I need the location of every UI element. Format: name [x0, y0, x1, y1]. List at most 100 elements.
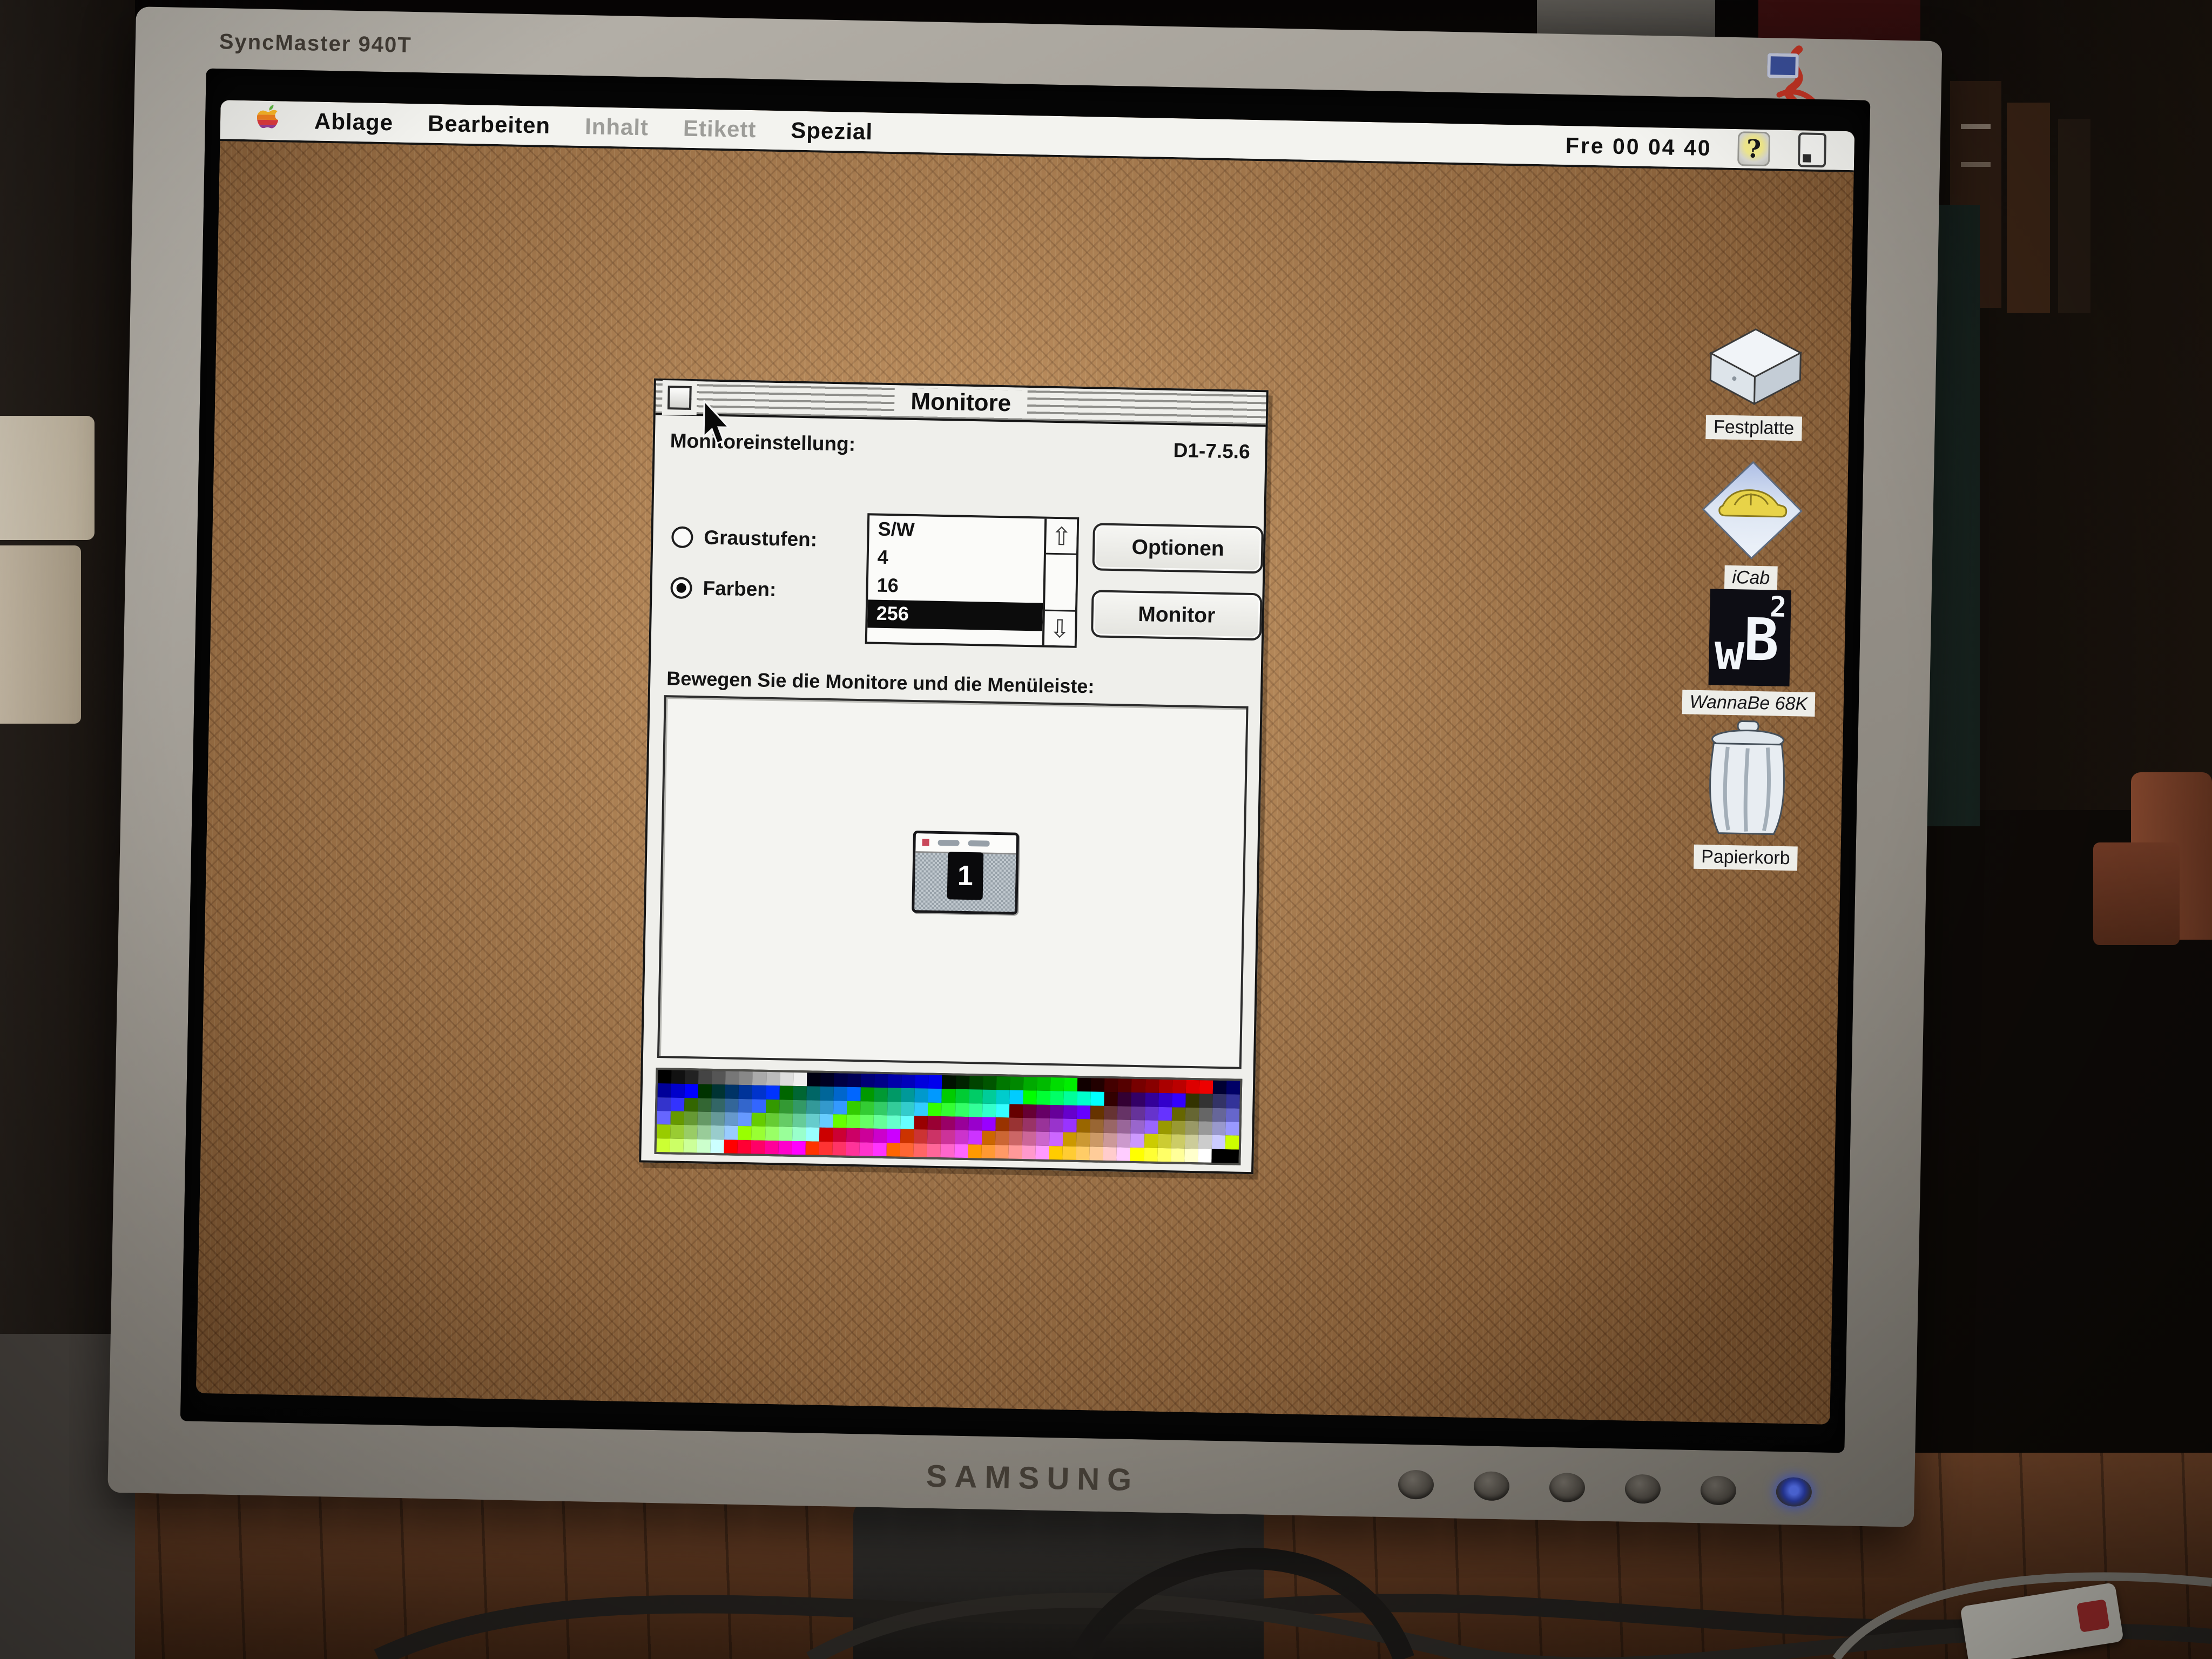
palette-cell — [806, 1100, 820, 1114]
palette-cell — [1118, 1078, 1132, 1092]
palette-cell — [1117, 1134, 1131, 1148]
palette-cell — [1076, 1132, 1090, 1147]
palette-cell — [1063, 1091, 1077, 1105]
palette-cell — [685, 1084, 699, 1098]
samsung-monitor: SyncMaster 940T SAMSUNG — [107, 6, 1942, 1527]
help-menu-icon[interactable]: ? — [1737, 131, 1770, 166]
palette-cell — [1144, 1107, 1158, 1121]
list-scrollbar[interactable]: ⇧ ⇩ — [1042, 519, 1077, 646]
palette-cell — [724, 1139, 738, 1154]
palette-cell — [941, 1130, 955, 1144]
palette-cell — [1090, 1133, 1104, 1147]
book-spine — [2058, 119, 2090, 313]
palette-cell — [1090, 1105, 1104, 1120]
palette-cell — [1091, 1078, 1105, 1092]
settings-label: Monitoreinstellung: — [670, 429, 855, 456]
palette-cell — [833, 1114, 847, 1128]
radio-label: Farben: — [703, 577, 776, 601]
icon-label: iCab — [1724, 565, 1778, 591]
palette-cell — [1009, 1090, 1023, 1104]
palette-cell — [697, 1139, 711, 1153]
palette-cell — [820, 1073, 834, 1087]
palette-cell — [1158, 1080, 1172, 1094]
palette-cell — [833, 1128, 847, 1142]
desktop-icon-wannabe[interactable]: wB2 WannaBe 68K — [1667, 588, 1831, 717]
palette-cell — [1090, 1147, 1104, 1161]
palette-cell — [996, 1076, 1010, 1090]
dialog-title: Monitore — [894, 388, 1028, 417]
menubar-clock[interactable]: Fre 00 04 40 — [1565, 132, 1712, 160]
depth-option-4[interactable]: 4 — [868, 543, 1044, 575]
palette-cell — [1009, 1104, 1023, 1118]
palette-cell — [927, 1143, 941, 1157]
optionen-button[interactable]: Optionen — [1092, 523, 1264, 574]
apple-menu-icon[interactable] — [255, 104, 284, 137]
palette-cell — [698, 1070, 712, 1084]
monitor-arrange-area[interactable]: 1 — [657, 695, 1249, 1069]
book-title-text — [1961, 162, 1991, 167]
palette-cell — [1158, 1121, 1172, 1135]
palette-cell — [914, 1143, 928, 1157]
palette-cell — [1130, 1148, 1144, 1162]
palette-cell — [1198, 1149, 1212, 1163]
palette-cell — [1050, 1077, 1064, 1091]
palette-cell — [847, 1074, 861, 1088]
desktop-icon-papierkorb[interactable]: Papierkorb — [1664, 718, 1829, 872]
palette-cell — [752, 1112, 766, 1127]
mac-desktop[interactable]: Ablage Bearbeiten Inhalt Etikett Spezial… — [196, 100, 1854, 1425]
palette-cell — [1131, 1120, 1145, 1134]
palette-cell — [1144, 1148, 1158, 1162]
radio-circle[interactable] — [671, 526, 693, 548]
palette-cell — [1117, 1120, 1131, 1134]
palette-cell — [820, 1100, 834, 1114]
palette-cell — [670, 1125, 684, 1139]
mouse-cursor — [702, 400, 737, 450]
monitor-number-badge: 1 — [947, 852, 984, 900]
palette-cell — [982, 1090, 996, 1104]
palette-cell — [778, 1141, 792, 1155]
palette-cell — [752, 1085, 766, 1100]
radio-circle-selected[interactable] — [670, 577, 692, 599]
radio-label: Graustufen: — [704, 526, 817, 551]
palette-cell — [968, 1103, 982, 1117]
thumbnail-menu-dash — [968, 840, 990, 847]
palette-cell — [995, 1117, 1009, 1131]
radio-farben[interactable]: Farben: — [670, 576, 816, 602]
depth-option-sw[interactable]: S/W — [869, 515, 1044, 547]
menu-spezial[interactable]: Spezial — [791, 117, 873, 145]
palette-cell — [1022, 1131, 1036, 1145]
screen-frame: Ablage Bearbeiten Inhalt Etikett Spezial… — [180, 69, 1871, 1453]
icon-label: Festplatte — [1706, 415, 1802, 441]
palette-cell — [724, 1126, 738, 1140]
desktop-icon-festplatte[interactable]: Festplatte — [1673, 318, 1837, 442]
palette-cell — [1171, 1135, 1185, 1149]
palette-cell — [1131, 1079, 1145, 1093]
palette-cell — [1022, 1118, 1036, 1132]
book-title-text — [1961, 124, 1991, 129]
scroll-up-arrow[interactable]: ⇧ — [1046, 519, 1077, 555]
menu-bearbeiten[interactable]: Bearbeiten — [428, 111, 551, 139]
scroll-down-arrow[interactable]: ⇩ — [1044, 610, 1075, 646]
palette-cell — [1036, 1132, 1050, 1146]
palette-cell — [793, 1086, 807, 1100]
palette-cell — [1077, 1078, 1091, 1092]
application-menu-icon[interactable] — [1798, 132, 1826, 167]
palette-cell — [1036, 1091, 1050, 1105]
palette-cell — [671, 1084, 685, 1098]
depth-option-256-selected[interactable]: 256 — [867, 599, 1043, 631]
radio-graustufen[interactable]: Graustufen: — [671, 525, 817, 551]
menu-ablage[interactable]: Ablage — [314, 108, 394, 136]
palette-cell — [968, 1144, 982, 1158]
palette-cell — [888, 1088, 902, 1102]
depth-option-16[interactable]: 16 — [868, 571, 1043, 603]
palette-cell — [915, 1075, 929, 1089]
monitor-1-thumbnail[interactable]: 1 — [912, 831, 1019, 915]
palette-cell — [1225, 1149, 1239, 1163]
monitor-button[interactable]: Monitor — [1091, 590, 1263, 640]
palette-cell — [738, 1126, 752, 1140]
palette-cell — [1131, 1092, 1145, 1107]
close-box[interactable] — [667, 386, 692, 410]
desktop-icon-icab[interactable]: iCab — [1670, 458, 1835, 592]
palette-cell — [915, 1089, 929, 1103]
palette-cell — [1226, 1081, 1240, 1095]
